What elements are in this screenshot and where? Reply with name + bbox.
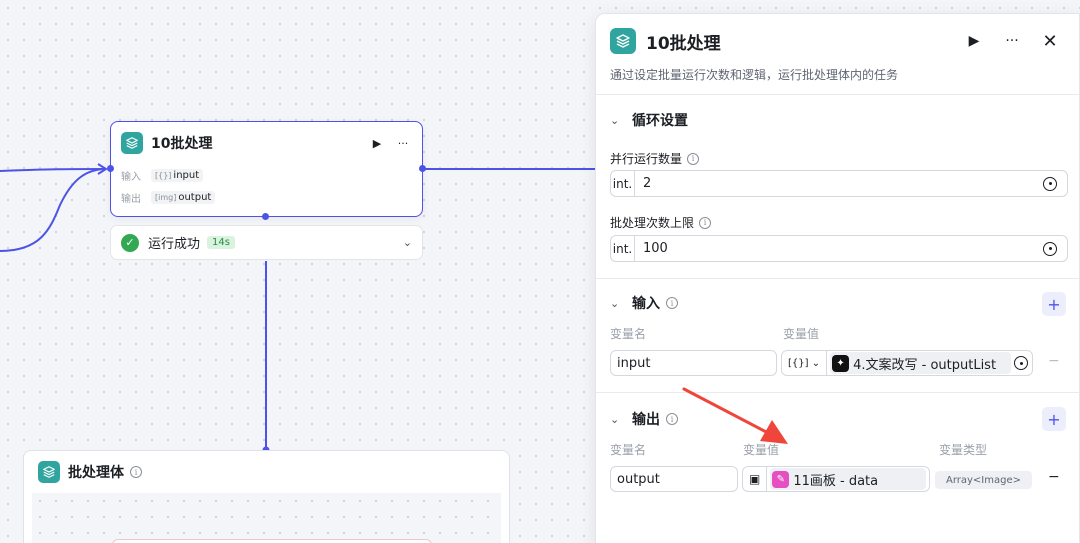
input-chip: [{}] input [151, 169, 204, 182]
panel-layers-icon [610, 28, 636, 54]
input-ref-type-select[interactable]: [{}] ⌄ [782, 351, 828, 375]
node-config-panel: 10批处理 ▶ ··· ✕ 通过设定批量运行次数和逻辑，运行批处理体内的任务 ⌄… [595, 13, 1080, 543]
status-text: 运行成功 [148, 237, 201, 252]
panel-title[interactable]: 10批处理 [646, 29, 959, 54]
batch-layers-icon [121, 132, 143, 154]
input-var-name-field[interactable]: input [610, 350, 777, 376]
output-var-value-field[interactable]: ▣ ✎ 11画板 - data [742, 466, 930, 492]
input-ref-chip[interactable]: ✦ 4.文案改写 - outputList [830, 352, 1011, 374]
batch-limit-input[interactable]: int. 100 [610, 235, 1068, 262]
duration-badge: 14s [207, 236, 235, 249]
parallel-label: 并行运行数量 i [610, 150, 700, 167]
panel-header: 10批处理 ▶ ··· ✕ [610, 28, 1065, 54]
chevron-down-icon[interactable]: ⌄ [610, 413, 624, 426]
input-var-name: input [617, 355, 651, 371]
batch-body-layers-icon [38, 461, 60, 483]
batch-node[interactable]: 10批处理 ▶ ··· 输入 [{}] input 输出 [img] output [107, 121, 426, 220]
batch-node-input-row: 输入 [{}] input [121, 168, 204, 183]
output-chip-value: output [178, 192, 212, 203]
batch-node-title: 10批处理 [151, 136, 213, 152]
chevron-down-icon[interactable]: ⌄ [610, 297, 624, 310]
chevron-down-icon[interactable]: ⌄ [403, 236, 412, 249]
info-icon[interactable]: i [666, 413, 678, 425]
divider [596, 392, 1079, 393]
output-var-name-field[interactable]: output [610, 466, 738, 492]
input-var-value-field[interactable]: [{}] ⌄ ✦ 4.文案改写 - outputList [781, 350, 1033, 376]
variable-ref-icon[interactable] [1014, 356, 1028, 370]
image-type-icon[interactable]: ▣ [743, 467, 768, 491]
output-col-type: 变量类型 [939, 443, 988, 457]
output-ref-chip[interactable]: ✎ 11画板 - data [770, 468, 926, 490]
output-section-title: 输出 [632, 412, 660, 428]
output-var-name: output [617, 471, 660, 487]
input-col-name: 变量名 [610, 327, 647, 341]
parallel-count-input[interactable]: int. 2 [610, 170, 1068, 197]
panel-more-icon[interactable]: ··· [997, 33, 1027, 49]
input-label: 输入 [121, 172, 141, 183]
close-icon[interactable]: ✕ [1035, 31, 1065, 52]
divider [596, 94, 1079, 95]
parallel-label-text: 并行运行数量 [610, 152, 683, 166]
handle-left[interactable] [107, 165, 114, 172]
info-icon[interactable]: i [666, 297, 678, 309]
int-type-label: int. [611, 171, 635, 196]
output-section-header[interactable]: ⌄ 输出 i [610, 409, 678, 429]
panel-play-icon[interactable]: ▶ [959, 33, 989, 49]
handle-bottom[interactable] [262, 213, 269, 220]
batch-body-title: 批处理体 [68, 465, 124, 481]
input-type-label: [{}] [155, 171, 172, 180]
limit-value[interactable]: 100 [643, 241, 1043, 256]
edge-in-bottom [0, 168, 105, 252]
limit-label: 批处理次数上限 i [610, 214, 712, 231]
add-input-button[interactable]: + [1042, 292, 1066, 316]
run-status-bar[interactable]: ✓ 运行成功 14s ⌄ [110, 225, 423, 260]
output-type-label: [img] [155, 193, 177, 202]
batch-body-canvas[interactable] [32, 493, 501, 543]
int-type-label: int. [611, 236, 635, 261]
remove-output-button[interactable]: − [1048, 469, 1060, 485]
input-chip-value: input [173, 170, 200, 181]
inner-node[interactable] [112, 539, 432, 543]
output-var-type: Array<Image> [945, 474, 1021, 486]
info-icon[interactable]: i [130, 466, 142, 478]
panel-description: 通过设定批量运行次数和逻辑，运行批处理体内的任务 [610, 68, 899, 82]
handle-right[interactable] [419, 165, 426, 172]
rewrite-node-icon: ✦ [832, 354, 850, 372]
limit-label-text: 批处理次数上限 [610, 216, 695, 230]
loop-section-header[interactable]: ⌄ 循环设置 [610, 110, 688, 130]
info-icon[interactable]: i [687, 152, 700, 165]
success-check-icon: ✓ [121, 233, 139, 252]
play-icon[interactable]: ▶ [368, 137, 386, 150]
input-section-title: 输入 [632, 296, 660, 312]
divider [596, 278, 1079, 279]
more-icon[interactable]: ··· [394, 137, 412, 150]
batch-node-header: 10批处理 ▶ ··· [121, 132, 412, 154]
chevron-down-icon[interactable]: ⌄ [610, 114, 624, 127]
loop-section-title: 循环设置 [632, 113, 688, 129]
batch-body-container[interactable]: 批处理体 i [23, 450, 510, 543]
input-section-header[interactable]: ⌄ 输入 i [610, 293, 678, 313]
canvas-node-icon: ✎ [772, 470, 790, 488]
input-ref-value: 4.文案改写 - outputList [853, 357, 997, 373]
output-col-name: 变量名 [610, 443, 647, 457]
output-type-tag: Array<Image> [935, 471, 1032, 489]
output-label: 输出 [121, 194, 141, 205]
output-col-value: 变量值 [743, 443, 780, 457]
input-col-value: 变量值 [783, 327, 820, 341]
edge-arrowhead [97, 163, 108, 175]
batch-body-header: 批处理体 i [38, 461, 142, 483]
info-icon[interactable]: i [699, 216, 712, 229]
batch-node-output-row: 输出 [img] output [121, 190, 216, 205]
remove-input-button[interactable]: − [1048, 353, 1060, 369]
output-ref-value: 11画板 - data [793, 473, 879, 489]
parallel-value[interactable]: 2 [643, 176, 1043, 191]
output-chip: [img] output [151, 191, 216, 204]
variable-ref-icon[interactable] [1043, 176, 1057, 191]
variable-ref-icon[interactable] [1043, 241, 1057, 256]
edge-in-top [0, 168, 105, 172]
input-ref-type: [{}] [788, 357, 809, 369]
add-output-button[interactable]: + [1042, 407, 1066, 431]
